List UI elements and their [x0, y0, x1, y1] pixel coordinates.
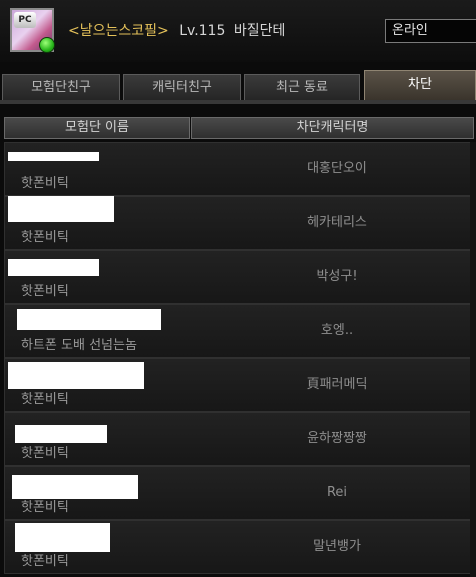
row-guild-name: 핫폰비틱	[21, 230, 69, 245]
pc-badge: PC	[14, 12, 36, 28]
row-character-name: 헤카테리스	[307, 215, 367, 230]
online-status-icon	[39, 37, 55, 53]
row-character-name: 頁패러메딕	[306, 377, 368, 392]
row-character-name: 말년뱅가	[313, 539, 361, 554]
redaction-box	[8, 362, 144, 389]
redaction-box	[12, 475, 138, 499]
scrollbar-track[interactable]	[470, 142, 476, 577]
tab-blocked[interactable]: 차단	[364, 70, 476, 100]
table-header: 모험단 이름 차단캐릭터명	[4, 117, 476, 139]
row-guild-name: 핫폰비틱	[21, 392, 69, 407]
row-character-name: 대홍단오이	[307, 161, 367, 176]
row-guild-name: 핫폰비틱	[21, 554, 69, 569]
redaction-box	[15, 523, 110, 552]
redaction-box	[15, 425, 107, 443]
table-row[interactable]: 핫폰비틱 대홍단오이	[4, 142, 476, 196]
redaction-box	[8, 196, 114, 222]
profile-level: Lv.115	[179, 23, 226, 39]
friend-tabs: 모험단친구 캐릭터친구 최근 동료 차단	[0, 70, 476, 102]
row-character-name: 윤하짱짱짱	[307, 431, 367, 446]
redaction-box	[8, 152, 99, 161]
profile-guild: <날으는스코필>	[68, 23, 169, 39]
redaction-box	[17, 309, 161, 330]
profile-name: <날으는스코필> Lv.115 바질단테	[68, 20, 285, 40]
row-guild-name: 핫폰비틱	[21, 176, 69, 191]
redaction-box	[8, 259, 99, 276]
row-guild-name: 핫폰비틱	[21, 284, 69, 299]
profile-header: PC <날으는스코필> Lv.115 바질단테 온라인	[0, 0, 476, 62]
character-avatar[interactable]: PC	[10, 8, 55, 53]
column-blocked-character[interactable]: 차단캐릭터명	[191, 117, 474, 139]
row-character-name: 호엥..	[320, 323, 354, 338]
tab-adventure-friends[interactable]: 모험단친구	[2, 74, 120, 100]
row-guild-name: 하트폰 도배 선넘는놈	[21, 338, 137, 353]
column-adventure-group[interactable]: 모험단 이름	[4, 117, 190, 139]
tab-character-friends[interactable]: 캐릭터친구	[123, 74, 241, 100]
tab-recent-party[interactable]: 최근 동료	[244, 74, 360, 100]
row-character-name: 박성구!	[316, 269, 358, 284]
tab-divider	[0, 100, 476, 104]
row-character-name: Rei	[326, 485, 348, 500]
status-dropdown[interactable]: 온라인	[385, 19, 476, 43]
row-guild-name: 핫폰비틱	[21, 446, 69, 461]
profile-character-name: 바질단테	[233, 23, 286, 39]
